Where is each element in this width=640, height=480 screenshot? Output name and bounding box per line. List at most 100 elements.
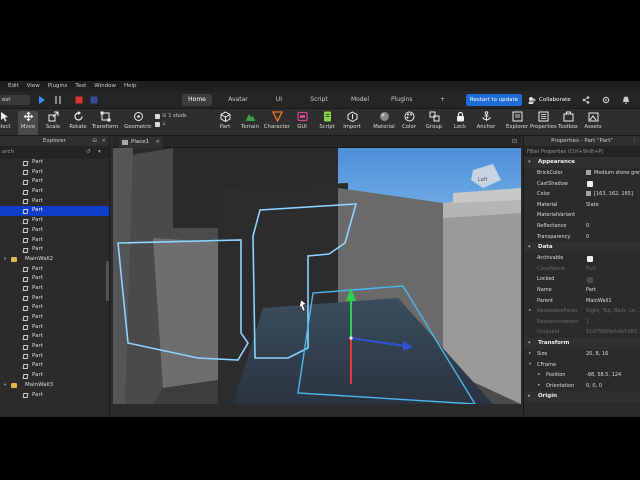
property-row[interactable]: MaterialVariant <box>524 210 640 221</box>
lock-tool[interactable]: Lock <box>451 111 469 135</box>
section-caret-icon[interactable]: ▸ <box>528 391 531 402</box>
tree-item-part[interactable]: Part <box>0 294 109 304</box>
settings-icon[interactable] <box>602 96 610 104</box>
tree-item-part[interactable]: Part <box>0 187 109 197</box>
scale-tool[interactable]: Scale <box>44 111 62 135</box>
property-row[interactable]: Transparency 0 <box>524 232 640 243</box>
tree-item-part[interactable]: Part <box>0 323 109 333</box>
property-value[interactable]: Medium stone grey <box>586 168 640 179</box>
menu-plugins[interactable]: Plugins <box>48 83 68 89</box>
tree-item-part[interactable]: Part <box>0 206 109 217</box>
property-value[interactable]: 61d7586fe0afe5d80... <box>586 327 640 338</box>
section-data[interactable]: ▾ Data <box>524 242 640 254</box>
material-tool[interactable]: Material <box>372 111 396 135</box>
tree-item-part[interactable]: Part <box>0 361 109 371</box>
restart-to-update-button[interactable]: Restart to update <box>466 94 522 106</box>
tree-item-part[interactable]: Part <box>0 168 109 178</box>
add-tab-button[interactable]: + <box>436 94 448 106</box>
tree-item-part[interactable]: Part <box>0 313 109 323</box>
property-row[interactable]: Color [163, 162, 165] <box>524 189 640 200</box>
script-tool[interactable]: Script <box>318 111 336 135</box>
tab-ui[interactable]: UI <box>270 94 288 106</box>
pause-icon[interactable] <box>54 96 62 104</box>
tab-home[interactable]: Home <box>182 94 212 106</box>
property-row[interactable]: Material Slate <box>524 200 640 211</box>
tree-item-part[interactable]: Part <box>0 274 109 284</box>
section-caret-icon[interactable]: ▾ <box>528 242 531 253</box>
tree-item-part[interactable]: Part <box>0 216 109 226</box>
toolbox-toggle[interactable]: Toolbox <box>557 111 579 135</box>
property-expand-icon[interactable]: ▾ <box>529 360 531 371</box>
test-mode-select[interactable]: est <box>0 95 30 105</box>
tree-item-part[interactable]: Part <box>0 158 109 168</box>
property-row[interactable]: ▸ ResizeableFaces Right, Top, Back, Le... <box>524 306 640 317</box>
property-value[interactable]: Slate <box>586 200 599 211</box>
section-appearance[interactable]: ▾ Appearance <box>524 157 640 168</box>
menu-edit[interactable]: Edit <box>8 83 19 89</box>
properties-toggle[interactable]: Properties <box>530 111 557 135</box>
properties-filter-input[interactable]: Filter Properties (Ctrl+Shift+P) <box>524 147 640 157</box>
property-row[interactable]: ▾ CFrame <box>524 360 640 371</box>
play-icon[interactable] <box>38 96 46 104</box>
property-row[interactable]: BrickColor Medium stone grey <box>524 168 640 179</box>
property-expand-icon[interactable]: ▸ <box>538 370 540 381</box>
part-tool[interactable]: Part <box>216 111 234 135</box>
tree-item-part[interactable]: Part <box>0 342 109 352</box>
3d-viewport[interactable]: Left <box>113 148 521 404</box>
menu-test[interactable]: Test <box>75 83 86 89</box>
share-icon[interactable] <box>582 96 590 104</box>
section-caret-icon[interactable]: ▾ <box>528 157 531 168</box>
tree-item-part[interactable]: Part <box>0 371 109 381</box>
menu-window[interactable]: Window <box>94 83 116 89</box>
section-origin[interactable]: ▸ Origin <box>524 391 640 403</box>
menu-help[interactable]: Help <box>124 83 137 89</box>
property-expand-icon[interactable]: ▸ <box>529 349 531 360</box>
property-row[interactable]: ResizeIncrement 1 <box>524 317 640 328</box>
geometric-tool[interactable]: Geometric <box>124 111 152 135</box>
snap-angle-checkbox[interactable] <box>155 121 160 127</box>
tab-overflow-icon[interactable]: ⊡ <box>512 136 517 148</box>
property-row[interactable]: Name Part <box>524 285 640 296</box>
tree-item-part[interactable]: Part <box>0 177 109 187</box>
tree-item-part[interactable]: Part <box>0 226 109 236</box>
tree-item-folder[interactable]: ▾ MainWall3 <box>0 381 109 391</box>
property-checkbox[interactable] <box>587 255 593 262</box>
property-row[interactable]: ▸ Position -98, 58.5, 124 <box>524 370 640 381</box>
group-tool[interactable]: Group <box>424 111 444 135</box>
explorer-search-input[interactable]: arch ↺ ▾ <box>0 147 109 158</box>
terrain-tool[interactable]: Terrain <box>238 111 262 135</box>
gui-tool[interactable]: GUI <box>294 111 310 135</box>
property-row[interactable]: Locked <box>524 274 640 285</box>
snap-angle-row[interactable]: ∠ <box>155 120 187 128</box>
import-tool[interactable]: Import <box>342 111 362 135</box>
property-value[interactable]: Part <box>586 285 596 296</box>
tree-item-part[interactable]: Part <box>0 303 109 313</box>
property-checkbox[interactable] <box>587 181 593 188</box>
property-value[interactable]: Right, Top, Back, Le... <box>586 306 640 317</box>
properties-more-icon[interactable]: ⋮ <box>632 136 638 147</box>
explorer-toggle[interactable]: Explorer <box>506 111 528 135</box>
property-value[interactable]: 0, 0, 0 <box>586 381 602 392</box>
select-tool[interactable]: elect <box>0 111 12 135</box>
property-value[interactable]: Part <box>586 264 596 275</box>
property-value[interactable]: 20, 8, 16 <box>586 349 608 360</box>
property-row[interactable]: ClassName Part <box>524 264 640 275</box>
property-expand-icon[interactable]: ▸ <box>529 306 531 317</box>
expand-caret-icon[interactable]: ▾ <box>4 381 6 391</box>
property-value[interactable]: MainWall1 <box>586 296 612 307</box>
property-expand-icon[interactable]: ▸ <box>538 381 540 392</box>
color-tool[interactable]: Color <box>400 111 418 135</box>
tab-avatar[interactable]: Avatar <box>224 94 252 106</box>
collaborate-button[interactable]: Collaborate <box>528 94 576 106</box>
property-value[interactable]: 0 <box>586 232 589 243</box>
menu-view[interactable]: View <box>27 83 40 89</box>
tab-plugins[interactable]: Plugins <box>387 94 415 106</box>
tree-item-part[interactable]: Part <box>0 265 109 275</box>
property-value[interactable]: 0 <box>586 221 589 232</box>
tree-item-folder[interactable]: ▾ MainWall2 <box>0 255 109 265</box>
property-row[interactable]: Parent MainWall1 <box>524 296 640 307</box>
property-value[interactable]: [163, 162, 165] <box>586 189 633 200</box>
section-transform[interactable]: ▾ Transform <box>524 337 640 349</box>
filter-icon[interactable]: ▾ <box>98 147 101 158</box>
explorer-float-icon[interactable]: ⊟ <box>92 136 97 147</box>
